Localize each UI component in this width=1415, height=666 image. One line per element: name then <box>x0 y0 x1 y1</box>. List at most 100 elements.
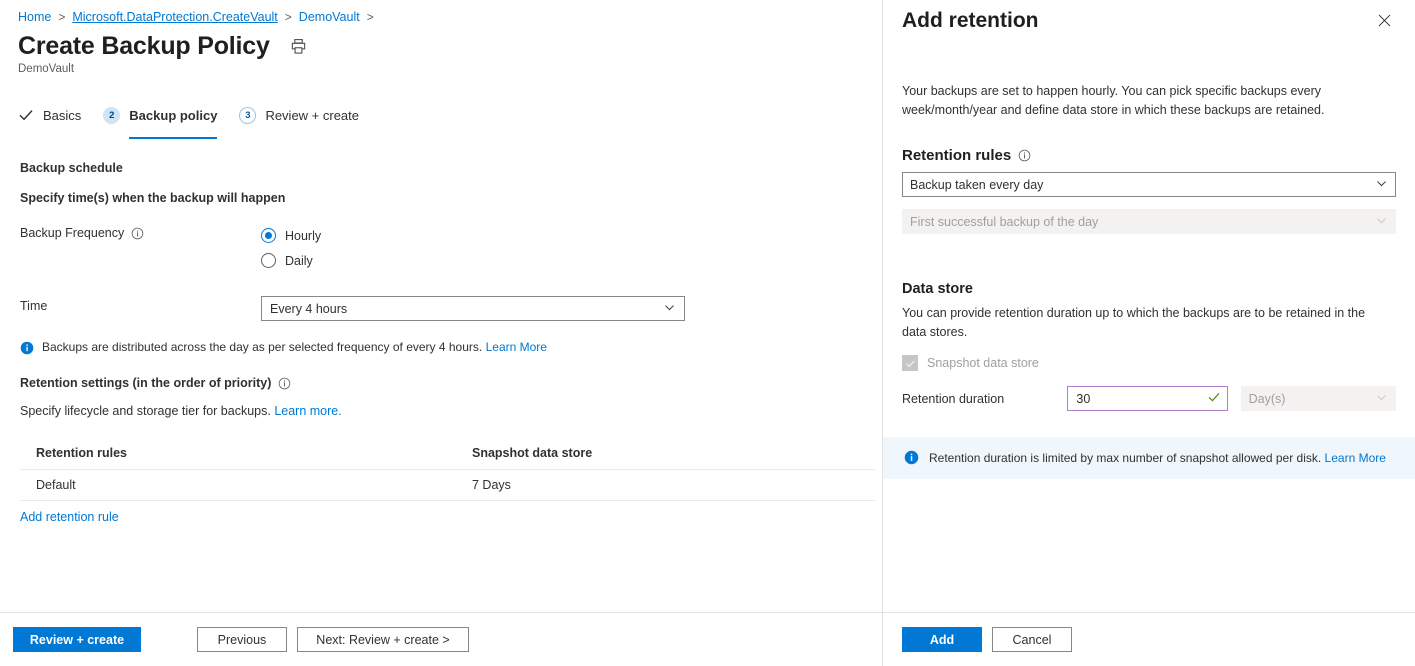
backup-frequency-label-wrap: Backup Frequency <box>20 223 261 240</box>
data-store-description: You can provide retention duration up to… <box>902 304 1392 341</box>
tab-label-review-create: Review + create <box>265 108 359 123</box>
page-title: Create Backup Policy <box>18 30 270 62</box>
table-header-row: Retention rules Snapshot data store <box>20 437 875 469</box>
retention-rule-primary-select[interactable]: Backup taken every day <box>902 172 1396 197</box>
retention-duration-info-banner: Retention duration is limited by max num… <box>883 437 1415 479</box>
retention-rules-section-title: Retention rules <box>902 147 1011 164</box>
cancel-button[interactable]: Cancel <box>992 627 1072 652</box>
retention-duration-row: Retention duration 30 Day(s) <box>902 386 1396 411</box>
tab-basics[interactable]: Basics <box>18 99 81 133</box>
radio-daily-label: Daily <box>285 254 313 268</box>
time-select[interactable]: Every 4 hours <box>261 296 685 321</box>
pane-description: Your backups are set to happen hourly. Y… <box>902 82 1396 119</box>
backup-frequency-label: Backup Frequency <box>20 226 124 240</box>
wizard-tabs: Basics 2 Backup policy 3 Review + create <box>0 99 882 133</box>
blade-content: Home > Microsoft.DataProtection.CreateVa… <box>0 0 882 612</box>
snapshot-data-store-checkbox <box>902 355 918 371</box>
tab-label-backup-policy: Backup policy <box>129 108 217 123</box>
retention-settings-heading-wrap: Retention settings (in the order of prio… <box>20 376 882 390</box>
step-number-2: 2 <box>103 107 120 124</box>
data-store-section-title: Data store <box>902 281 1396 297</box>
create-backup-policy-blade: Home > Microsoft.DataProtection.CreateVa… <box>0 0 883 666</box>
tab-backup-policy[interactable]: 2 Backup policy <box>103 99 217 133</box>
snapshot-data-store-checkbox-row: Snapshot data store <box>902 355 1396 371</box>
step-number-badge: 2 <box>103 107 120 124</box>
chevron-down-icon <box>1375 177 1388 193</box>
retention-duration-input[interactable]: 30 <box>1067 386 1227 411</box>
pane-header: Add retention <box>902 0 1396 36</box>
radio-hourly-indicator <box>261 228 276 243</box>
page-title-row: Create Backup Policy <box>0 28 882 62</box>
time-label: Time <box>20 299 47 313</box>
print-icon[interactable] <box>290 38 307 55</box>
info-icon[interactable] <box>131 227 144 240</box>
schedule-info-learn-more-link[interactable]: Learn More <box>486 340 547 354</box>
add-retention-rule-link[interactable]: Add retention rule <box>20 510 875 524</box>
radio-daily-indicator <box>261 253 276 268</box>
pane-title: Add retention <box>902 6 1039 36</box>
step-number-badge: 3 <box>239 107 256 124</box>
backup-policy-form: Backup schedule Specify time(s) when the… <box>0 161 882 418</box>
time-label-wrap: Time <box>20 296 261 313</box>
snapshot-data-store-checkbox-label: Snapshot data store <box>927 356 1039 370</box>
add-button[interactable]: Add <box>902 627 982 652</box>
backup-schedule-subheading: Specify time(s) when the backup will hap… <box>20 191 882 205</box>
valid-check-icon <box>1207 390 1221 407</box>
breadcrumb-separator: > <box>58 10 65 24</box>
chevron-down-icon <box>1375 391 1388 407</box>
retention-rules-section-title-wrap: Retention rules <box>902 147 1396 164</box>
backup-frequency-radio-group: Hourly Daily <box>261 223 321 273</box>
retention-settings-heading: Retention settings (in the order of prio… <box>20 376 271 390</box>
backup-frequency-row: Backup Frequency Hourly <box>20 223 882 273</box>
radio-daily[interactable]: Daily <box>261 248 321 273</box>
info-icon[interactable] <box>278 377 291 390</box>
page-subtitle: DemoVault <box>0 62 882 75</box>
retention-duration-value: 30 <box>1076 392 1090 406</box>
retention-rule-primary-value: Backup taken every day <box>910 178 1043 192</box>
cell-snapshot-duration: 7 Days <box>472 478 511 492</box>
cell-rule-name: Default <box>36 478 472 492</box>
add-retention-pane-body: Add retention Your backups are set to ha… <box>883 0 1415 612</box>
breadcrumb-separator: > <box>285 10 292 24</box>
info-filled-icon <box>904 449 919 468</box>
banner-text-wrap: Retention duration is limited by max num… <box>929 451 1386 465</box>
radio-hourly-label: Hourly <box>285 229 321 243</box>
info-filled-icon <box>20 340 34 358</box>
retention-rule-secondary-value: First successful backup of the day <box>910 215 1098 229</box>
review-create-button[interactable]: Review + create <box>13 627 141 652</box>
tab-review-create[interactable]: 3 Review + create <box>239 99 359 133</box>
breadcrumb: Home > Microsoft.DataProtection.CreateVa… <box>0 0 882 28</box>
azure-portal-screen: Home > Microsoft.DataProtection.CreateVa… <box>0 0 1415 666</box>
chevron-down-icon <box>663 301 676 317</box>
check-icon <box>18 107 34 123</box>
table-row[interactable]: Default 7 Days <box>20 469 875 501</box>
time-row: Time Every 4 hours <box>20 296 882 321</box>
retention-settings-subheading-wrap: Specify lifecycle and storage tier for b… <box>20 404 882 418</box>
backup-schedule-heading: Backup schedule <box>20 161 882 175</box>
retention-duration-unit-value: Day(s) <box>1249 392 1286 406</box>
previous-button[interactable]: Previous <box>197 627 287 652</box>
info-icon[interactable] <box>1018 149 1031 162</box>
next-review-create-button[interactable]: Next: Review + create > <box>297 627 469 652</box>
schedule-info-text: Backups are distributed across the day a… <box>42 340 547 354</box>
retention-duration-unit-select: Day(s) <box>1241 386 1396 411</box>
schedule-info-message: Backups are distributed across the day a… <box>20 340 882 358</box>
retention-settings-subheading: Specify lifecycle and storage tier for b… <box>20 404 271 418</box>
breadcrumb-item-createvault[interactable]: Microsoft.DataProtection.CreateVault <box>72 10 277 24</box>
breadcrumb-item-demovault[interactable]: DemoVault <box>299 10 360 24</box>
radio-hourly[interactable]: Hourly <box>261 223 321 248</box>
banner-learn-more-link[interactable]: Learn More <box>1325 451 1386 465</box>
column-header-snapshot-data-store: Snapshot data store <box>472 446 592 460</box>
retention-settings-learn-more-link[interactable]: Learn more. <box>274 404 341 418</box>
retention-duration-label: Retention duration <box>902 392 1067 406</box>
add-retention-pane: Add retention Your backups are set to ha… <box>883 0 1415 666</box>
close-icon[interactable] <box>1372 8 1396 32</box>
column-header-retention-rules: Retention rules <box>36 446 472 460</box>
breadcrumb-item-home[interactable]: Home <box>18 10 51 24</box>
retention-rules-table: Retention rules Snapshot data store Defa… <box>20 437 875 524</box>
step-number-3: 3 <box>239 107 256 124</box>
pane-footer: Add Cancel <box>883 612 1415 666</box>
breadcrumb-separator: > <box>367 10 374 24</box>
chevron-down-icon <box>1375 214 1388 230</box>
retention-rule-secondary-select: First successful backup of the day <box>902 209 1396 234</box>
